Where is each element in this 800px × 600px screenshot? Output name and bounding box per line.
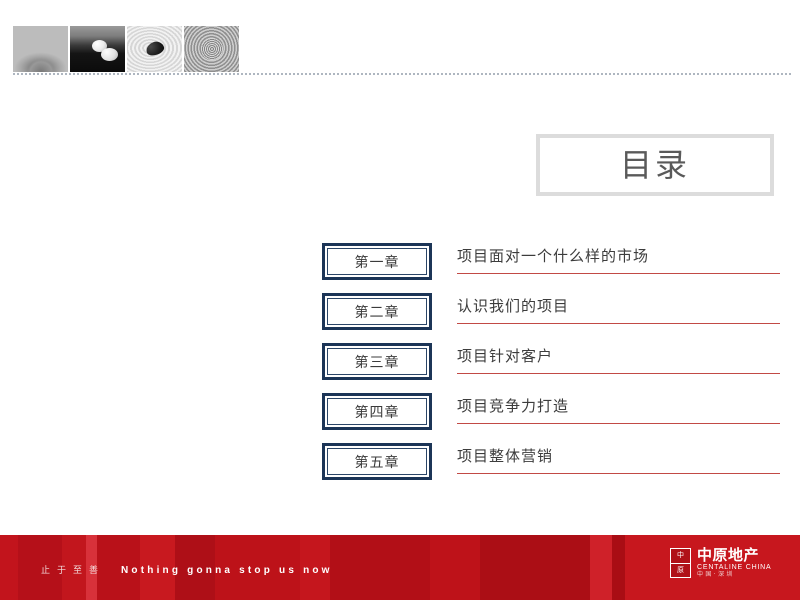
centaline-emblem-icon: 中 原 [670, 548, 691, 578]
chapter-label: 第五章 [354, 454, 400, 471]
toc-entry-underline [457, 273, 780, 274]
toc-row[interactable]: 第三章 项目针对客户 [322, 343, 782, 393]
toc-row[interactable]: 第二章 认识我们的项目 [322, 293, 782, 343]
toc-entry-1[interactable]: 项目面对一个什么样的市场 [457, 243, 780, 274]
toc-entry-title: 项目竞争力打造 [457, 397, 570, 415]
toc-entry-title: 项目针对客户 [457, 347, 554, 365]
chapter-label: 第二章 [354, 304, 400, 321]
logo-text-block: 中原地产 CENTALINE CHINA 中国·深圳 [697, 548, 772, 578]
footer-tagline-cn: 止于至善 [41, 566, 106, 576]
toc-row[interactable]: 第五章 项目整体营销 [322, 443, 782, 493]
chapter-badge-3[interactable]: 第三章 [322, 343, 432, 380]
toc-entry-underline [457, 373, 780, 374]
water-ripples-photo [184, 26, 239, 72]
chapter-badge-inner: 第一章 [327, 248, 427, 275]
emblem-cell-top: 中 [671, 549, 690, 563]
toc-entry-5[interactable]: 项目整体营销 [457, 443, 780, 474]
toc-entry-4[interactable]: 项目竞争力打造 [457, 393, 780, 424]
toc-entry-title: 项目面对一个什么样的市场 [457, 247, 650, 265]
footer-tagline: 止于至善 Nothing gonna stop us now [41, 563, 333, 576]
logo-name-cn: 中原地产 [697, 546, 760, 564]
emblem-cell-bottom: 原 [671, 563, 690, 577]
page-title-box: 目录 [536, 134, 774, 196]
logo-name-en: CENTALINE CHINA [697, 564, 772, 571]
chapter-label: 第三章 [354, 354, 400, 371]
dark-stone-photo [127, 26, 182, 72]
page-title: 目录 [619, 146, 690, 184]
chapter-badge-1[interactable]: 第一章 [322, 243, 432, 280]
sand-mound-photo [13, 26, 68, 72]
toc-entry-3[interactable]: 项目针对客户 [457, 343, 780, 374]
toc-entry-title: 认识我们的项目 [457, 297, 570, 315]
chapter-badge-inner: 第三章 [327, 348, 427, 375]
chapter-badge-inner: 第四章 [327, 398, 427, 425]
toc-row[interactable]: 第四章 项目竞争力打造 [322, 393, 782, 443]
header-dotted-divider [12, 73, 791, 75]
chapter-label: 第一章 [354, 254, 400, 271]
toc-entry-title: 项目整体营销 [457, 447, 554, 465]
chapter-badge-4[interactable]: 第四章 [322, 393, 432, 430]
chapter-badge-inner: 第二章 [327, 298, 427, 325]
footer-tagline-en: Nothing gonna stop us now [121, 565, 333, 576]
slide-canvas: 目录 第一章 项目面对一个什么样的市场 第二章 认识我们的项目 第三章 项目针对… [0, 0, 800, 600]
chapter-badge-5[interactable]: 第五章 [322, 443, 432, 480]
chapter-badge-inner: 第五章 [327, 448, 427, 475]
toc-entry-underline [457, 423, 780, 424]
toc-entry-underline [457, 473, 780, 474]
centaline-logo: 中 原 中原地产 CENTALINE CHINA 中国·深圳 [670, 548, 772, 578]
header-photo-strip [13, 26, 239, 72]
toc-entry-underline [457, 323, 780, 324]
toc-row[interactable]: 第一章 项目面对一个什么样的市场 [322, 243, 782, 293]
chapter-badge-2[interactable]: 第二章 [322, 293, 432, 330]
logo-subtitle: 中国·深圳 [697, 571, 735, 578]
table-of-contents: 第一章 项目面对一个什么样的市场 第二章 认识我们的项目 第三章 项目针对客户 … [322, 243, 782, 493]
white-stones-photo [70, 26, 125, 72]
toc-entry-2[interactable]: 认识我们的项目 [457, 293, 780, 324]
chapter-label: 第四章 [354, 404, 400, 421]
